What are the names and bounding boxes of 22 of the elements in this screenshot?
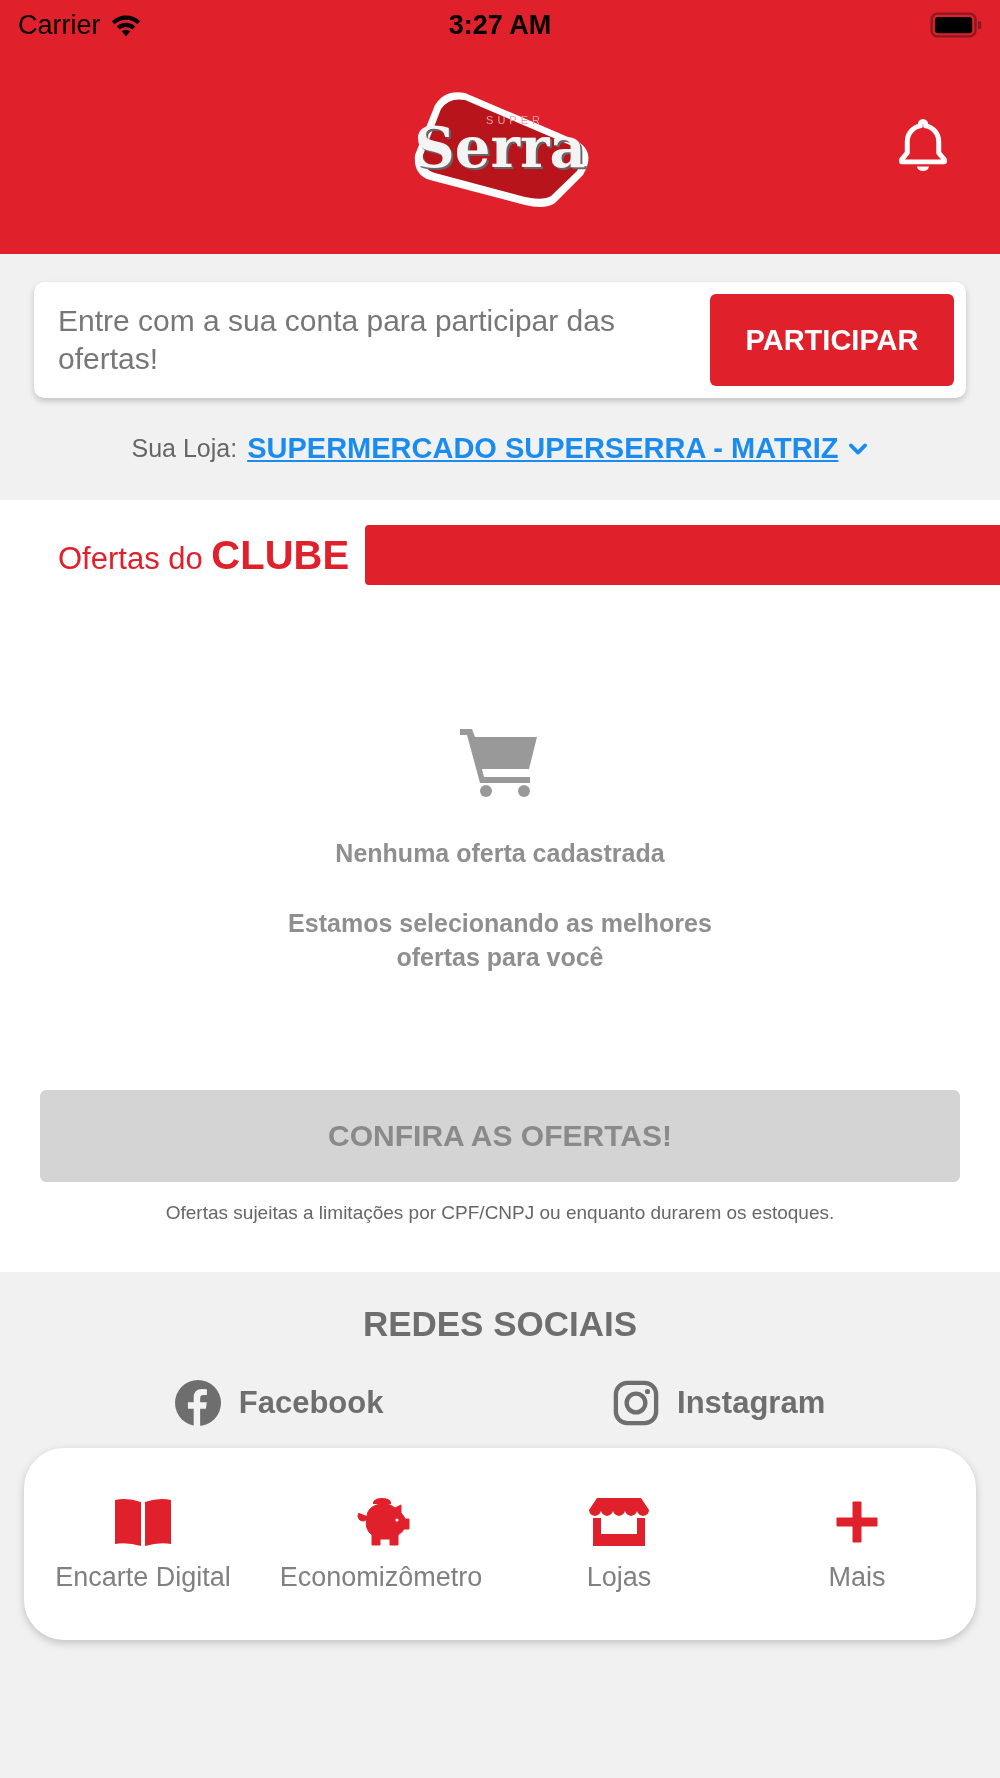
carrier-name: Carrier [18,9,101,41]
storefront-icon [587,1495,651,1548]
store-label: Sua Loja: [131,434,238,463]
disclaimer-text: Ofertas sujeitas a limitações por CPF/CNPJ ou enquanto durarem os estoques. [165,1202,835,1224]
chevron-down-icon[interactable] [848,441,869,456]
nav-item[interactable]: Mais [738,1495,976,1593]
instagram-icon [613,1380,660,1426]
nav-item[interactable]: Economizômetro [262,1495,500,1593]
nav-item[interactable]: Lojas [500,1495,738,1593]
social-link[interactable]: Facebook [174,1380,384,1426]
login-message: Entre com a sua conta para participar das ofertas! [58,303,616,377]
empty-subtitle: Estamos selecionando as melhores ofertas para você [287,908,713,973]
empty-title: Nenhuma oferta cadastrada [335,839,665,868]
status-time: 3:27 AM [448,9,552,41]
store-link[interactable]: SUPERMERCADO SUPERSERRA - MATRIZ [247,432,839,465]
facebook-icon [174,1380,221,1426]
social-link[interactable]: Instagram [613,1380,826,1426]
club-title: Ofertas do CLUBE [57,532,350,578]
nav-item[interactable]: Encarte Digital [24,1495,262,1593]
battery-icon [930,12,982,38]
participate-button[interactable]: PARTICIPAR [710,294,954,386]
section-title: REDES SOCIAIS [362,1304,638,1344]
